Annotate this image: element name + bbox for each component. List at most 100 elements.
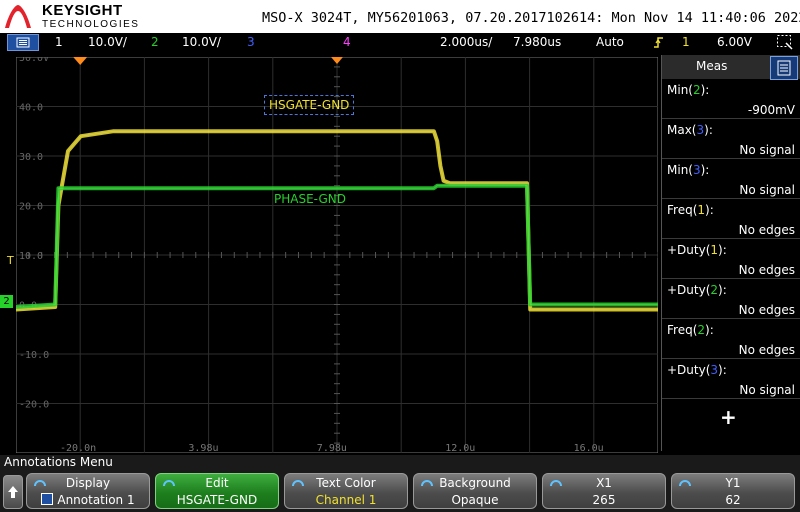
annotation-hsgate[interactable]: HSGATE-GND [264,95,355,115]
x-axis-label: 3.98u [188,443,218,453]
meas-list: Min(2): -900mV Max(3): No signal Min(3): No s… [662,79,800,451]
x-axis-label: 16.0u [574,443,604,453]
annotation-phase[interactable]: PHASE-GND [274,192,346,206]
meas-divider [662,318,800,319]
trigger-mode[interactable]: Auto [596,35,624,49]
meas-name: Freq( [667,323,698,337]
meas-row-label[interactable]: +Duty(2): [667,283,727,297]
meas-row-label[interactable]: Min(2): [667,83,709,97]
meas-row-label[interactable]: +Duty(3): [667,363,727,377]
softkey-y1[interactable]: Y1 62 [671,473,795,509]
y-axis-label: -20.0 [19,400,49,411]
brand-subtitle: TECHNOLOGIES [42,19,140,30]
meas-row-label[interactable]: Min(3): [667,163,709,177]
back-button[interactable] [3,475,23,509]
softkey-background[interactable]: Background Opaque [413,473,537,509]
ch3-number[interactable]: 3 [247,35,255,49]
meas-row-value: No edges [738,263,795,277]
checkbox-icon [41,493,54,505]
softkey-y1-value: 62 [725,493,741,507]
keysight-logo-icon [5,5,31,28]
menu-title: Annotations Menu [4,455,113,469]
meas-tab-button[interactable] [770,56,798,80]
meas-row-value: No edges [738,343,795,357]
meas-name: Max( [667,123,697,137]
meas-title: Meas [696,59,728,73]
y-axis-label: 10.0 [19,251,43,262]
ch4-number[interactable]: 4 [343,35,351,49]
list-icon [777,60,791,76]
add-measurement-button[interactable]: + [720,405,737,429]
ch2-ground-marker[interactable]: 2 [0,295,13,308]
softkey-edit[interactable]: Edit HSGATE-GND [155,473,279,509]
meas-name: Min( [667,83,693,97]
meas-row-value: No signal [739,383,795,397]
x-axis-label: -20.0n [60,443,96,453]
instrument-info: MSO-X 3024T, MY56201063, 07.20.201710261… [262,10,800,26]
menu-icon [16,37,30,48]
softkey-bar: Annotations Menu Display Annotation 1 Ed… [0,455,800,512]
brand-name: KEYSIGHT [42,2,123,19]
softkey-text-color-label: Text Color [316,476,376,490]
meas-name: Min( [667,163,693,177]
waveform-display[interactable]: 50.0V40.030.020.010.00.0-10.0-20.0-20.0n… [16,57,658,453]
meas-divider [662,398,800,399]
meas-row-value: No signal [739,143,795,157]
y-axis-label: 40.0 [19,103,43,114]
meas-name: +Duty( [667,363,711,377]
y-axis-label: 20.0 [19,202,43,213]
meas-divider [662,118,800,119]
softkey-background-value: Opaque [451,493,499,507]
arrow-up-icon [8,486,18,498]
meas-divider [662,158,800,159]
measurements-panel: Meas Min(2): -900mV Max(3): No signal Min(3)… [661,55,800,451]
meas-name: +Duty( [667,243,711,257]
meas-row-value: No edges [738,223,795,237]
meas-header: Meas [662,55,800,80]
trigger-level[interactable]: 6.00V [717,35,752,49]
meas-divider [662,238,800,239]
softkey-text-color-value: Channel 1 [315,493,377,507]
meas-row-label[interactable]: Freq(1): [667,203,714,217]
softkey-display[interactable]: Display Annotation 1 [26,473,150,509]
ch2-number[interactable]: 2 [151,35,159,49]
meas-channel: 1 [697,203,706,217]
trigger-source[interactable]: 1 [682,35,690,49]
softkey-x1[interactable]: X1 265 [542,473,666,509]
meas-row-label[interactable]: Max(3): [667,123,713,137]
softkey-display-value: Annotation 1 [27,493,149,507]
softkey-edit-label: Edit [205,476,229,490]
meas-row-label[interactable]: Freq(2): [667,323,714,337]
meas-name: Freq( [667,203,698,217]
meas-name: +Duty( [667,283,711,297]
ch1-scale[interactable]: 10.0V/ [88,35,127,49]
delay[interactable]: 7.980us [513,35,561,49]
meas-divider [662,198,800,199]
fullscreen-icon[interactable] [776,34,794,50]
header-bar: KEYSIGHT TECHNOLOGIES MSO-X 3024T, MY562… [0,0,800,33]
softkey-x1-label: X1 [596,476,612,490]
meas-row-value: No edges [738,303,795,317]
meas-divider [662,278,800,279]
softkey-display-text: Annotation 1 [57,493,135,507]
ch1-number[interactable]: 1 [55,35,63,49]
meas-channel: 3 [710,363,719,377]
softkey-display-label: Display [65,476,111,490]
main-menu-button[interactable] [7,34,39,51]
meas-row-label[interactable]: +Duty(1): [667,243,727,257]
trigger-marker[interactable]: T [7,254,14,267]
softkey-edit-value: HSGATE-GND [176,493,258,507]
meas-row-value: -900mV [747,103,795,117]
softkey-text-color[interactable]: Text Color Channel 1 [284,473,408,509]
x-axis-label: 12.0u [445,443,475,453]
x-axis-label: 7.98u [317,443,347,453]
ch2-scale[interactable]: 10.0V/ [182,35,221,49]
marker-column: T 2 [0,56,16,452]
channel-bar: 1 10.0V/ 2 10.0V/ 3 4 2.000us/ 7.980us A… [0,33,800,51]
timebase[interactable]: 2.000us/ [440,35,492,49]
meas-channel: 2 [697,323,706,337]
meas-channel: 2 [692,83,701,97]
meas-channel: 3 [692,163,701,177]
meas-channel: 1 [710,243,719,257]
meas-channel: 2 [710,283,719,297]
